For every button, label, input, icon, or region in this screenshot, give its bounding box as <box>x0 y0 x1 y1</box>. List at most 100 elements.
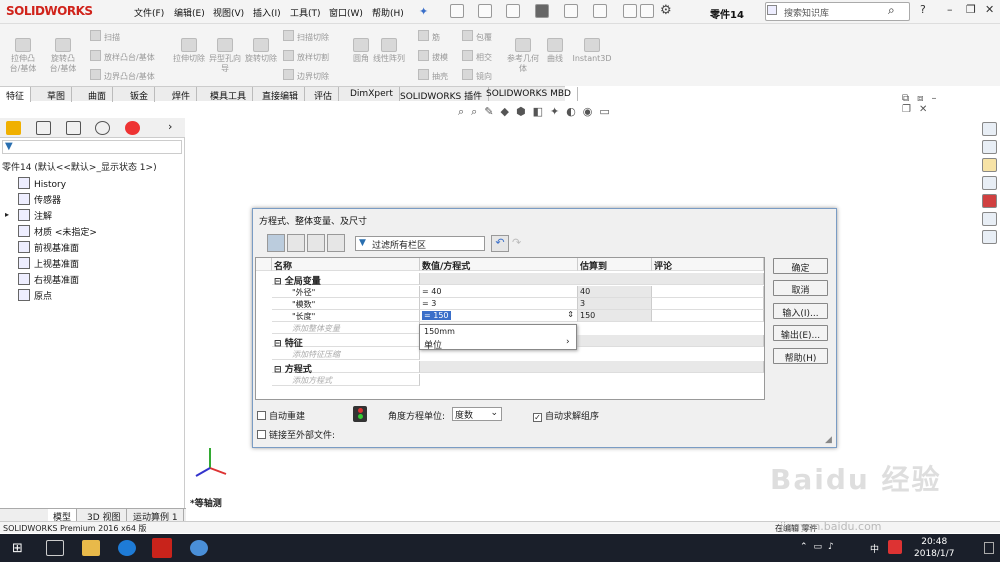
tab-sheet-metal[interactable]: 钣金 <box>124 87 156 102</box>
boundary-boss-button[interactable]: 边界凸台/基体 <box>90 69 155 82</box>
print-icon[interactable] <box>535 4 549 18</box>
menu-window[interactable]: 窗口(W) <box>329 6 363 19</box>
reference-geometry-button[interactable]: 参考几何体 <box>506 38 540 74</box>
expand-icon[interactable]: ▸ <box>5 210 9 219</box>
redo-icon[interactable]: ↷ <box>512 236 521 249</box>
mirror-button[interactable]: 镜向 <box>462 69 492 82</box>
edge-browser-icon[interactable] <box>118 540 136 556</box>
tree-item-material[interactable]: 材质 <未指定> <box>18 225 97 238</box>
curves-button[interactable]: 曲线 <box>540 38 570 64</box>
revolve-boss-button[interactable]: 旋转凸台/基体 <box>46 38 80 74</box>
variable-value-selected[interactable]: = 150 <box>422 311 451 320</box>
undo-icon[interactable]: ↶ <box>491 235 509 252</box>
traffic-light-icon[interactable] <box>353 406 367 422</box>
draft-button[interactable]: 拔模 <box>418 50 448 63</box>
auto-rebuild-option[interactable]: 自动重建 <box>257 409 305 422</box>
tab-surfaces[interactable]: 曲面 <box>82 87 114 102</box>
boundary-cut-button[interactable]: 边界切除 <box>283 69 329 82</box>
extrude-cut-button[interactable]: 拉伸切除 <box>172 38 206 64</box>
chevron-right-icon[interactable]: › <box>168 120 172 133</box>
revolve-cut-button[interactable]: 旋转切除 <box>244 38 278 64</box>
view-palette-icon[interactable] <box>982 176 997 190</box>
loft-boss-button[interactable]: 放样凸台/基体 <box>90 50 155 63</box>
import-button[interactable]: 输入(I)... <box>773 303 828 319</box>
export-button[interactable]: 输出(E)... <box>773 325 828 341</box>
add-equation[interactable]: 添加方程式 <box>272 374 420 386</box>
popup-unit-menu[interactable]: 单位 <box>424 338 442 351</box>
tree-item-annotations[interactable]: 注解 <box>18 209 52 222</box>
resize-grip-icon[interactable]: ◢ <box>825 435 832 445</box>
tree-item-sensors[interactable]: 传感器 <box>18 193 61 206</box>
rebuild-icon[interactable] <box>623 4 637 18</box>
heads-up-view-toolbar[interactable]: ⌕⌕✎◆⬢◧✦◐◉▭ <box>458 105 718 119</box>
group-global-variables[interactable]: ⊟ 全局变量 <box>272 273 420 287</box>
cancel-button[interactable]: 取消 <box>773 280 828 296</box>
close-button[interactable]: ✕ <box>985 3 994 16</box>
tab-solidworks-mbd[interactable]: SOLIDWORKS MBD <box>480 87 578 102</box>
tab-solidworks-addins[interactable]: SOLIDWORKS 插件 <box>394 87 490 102</box>
windows-start-icon[interactable]: ⊞ <box>12 541 23 556</box>
menu-help[interactable]: 帮助(H) <box>372 6 404 19</box>
solidworks-app-icon[interactable] <box>152 538 172 558</box>
file-explorer-icon[interactable] <box>82 540 100 556</box>
help-button[interactable]: 帮助(H) <box>773 348 828 364</box>
menu-tools[interactable]: 工具(T) <box>290 6 321 19</box>
menu-view[interactable]: 视图(V) <box>213 6 244 19</box>
appearances-icon[interactable] <box>982 194 997 208</box>
variable-value[interactable]: = 3 <box>420 298 578 310</box>
tab-evaluate[interactable]: 评估 <box>308 87 340 102</box>
tree-root-part[interactable]: 零件14 (默认<<默认>_显示状态 1>) <box>2 160 157 173</box>
wrap-button[interactable]: 包覆 <box>462 30 492 43</box>
gear-icon[interactable]: ⚙ <box>660 3 672 18</box>
configuration-manager-icon[interactable] <box>66 121 81 135</box>
variable-value[interactable]: = 40 <box>420 286 578 298</box>
feature-manager-icon[interactable] <box>6 121 21 135</box>
tree-item-history[interactable]: History <box>18 177 66 190</box>
tree-item-front-plane[interactable]: 前视基准面 <box>18 241 79 254</box>
ime-indicator[interactable]: 中 <box>870 542 879 555</box>
group-features[interactable]: ⊟ 特征 <box>272 335 420 349</box>
menu-insert[interactable]: 插入(I) <box>253 6 281 19</box>
hole-wizard-button[interactable]: 异型孔向导 <box>208 38 242 74</box>
dimxpert-manager-icon[interactable] <box>95 121 110 135</box>
open-icon[interactable] <box>478 4 492 18</box>
notifications-icon[interactable] <box>984 542 994 554</box>
swept-cut-button[interactable]: 扫描切除 <box>283 30 329 43</box>
pin-icon[interactable]: ✦ <box>419 5 428 18</box>
variable-comment[interactable] <box>652 286 764 298</box>
angle-unit-select[interactable]: 度数 ⌄ <box>452 407 502 421</box>
equation-view-icon[interactable] <box>267 234 285 252</box>
variable-comment[interactable] <box>652 298 764 310</box>
help-icon[interactable]: ? <box>920 3 926 16</box>
sketch-equation-view-icon[interactable] <box>287 234 305 252</box>
new-icon[interactable] <box>450 4 464 18</box>
select-icon[interactable] <box>593 4 607 18</box>
link-external-checkbox[interactable] <box>257 430 266 439</box>
viewport-window-controls[interactable]: ⧉⧈–❐✕ <box>902 93 976 115</box>
tab-mold-tools[interactable]: 模具工具 <box>204 87 254 102</box>
undo-icon[interactable] <box>564 4 578 18</box>
variable-name[interactable]: "长度" <box>272 310 420 322</box>
system-tray-icons[interactable]: ⌃▭♪ <box>800 542 840 552</box>
menu-file[interactable]: 文件(F) <box>134 6 164 19</box>
ok-button[interactable]: 确定 <box>773 258 828 274</box>
save-icon[interactable] <box>506 4 520 18</box>
filter-input[interactable]: 过滤所有栏区 <box>355 236 485 251</box>
intersect-button[interactable]: 相交 <box>462 50 492 63</box>
linear-pattern-button[interactable]: 线性阵列 <box>372 38 406 64</box>
tab-direct-editing[interactable]: 直接编辑 <box>256 87 306 102</box>
minimize-button[interactable]: – <box>947 3 953 16</box>
sweep-button[interactable]: 扫描 <box>90 30 120 43</box>
task-view-icon[interactable] <box>46 540 64 556</box>
add-global-variable[interactable]: 添加整体变量 <box>272 322 420 334</box>
link-external-option[interactable]: 链接至外部文件: <box>257 428 335 441</box>
system-clock[interactable]: 20:48 2018/1/7 <box>914 536 954 560</box>
ordered-view-icon[interactable] <box>327 234 345 252</box>
auto-solve-option[interactable]: ✓ 自动求解组序 <box>533 409 599 422</box>
add-feature-suppression[interactable]: 添加特征压缩 <box>272 348 420 360</box>
shell-button[interactable]: 抽壳 <box>418 69 448 82</box>
spin-icon[interactable]: ⇕ <box>567 310 574 319</box>
tree-filter[interactable]: ▼ <box>2 140 182 154</box>
instant3d-button[interactable]: Instant3D <box>572 38 612 64</box>
variable-name[interactable]: "模数" <box>272 298 420 310</box>
